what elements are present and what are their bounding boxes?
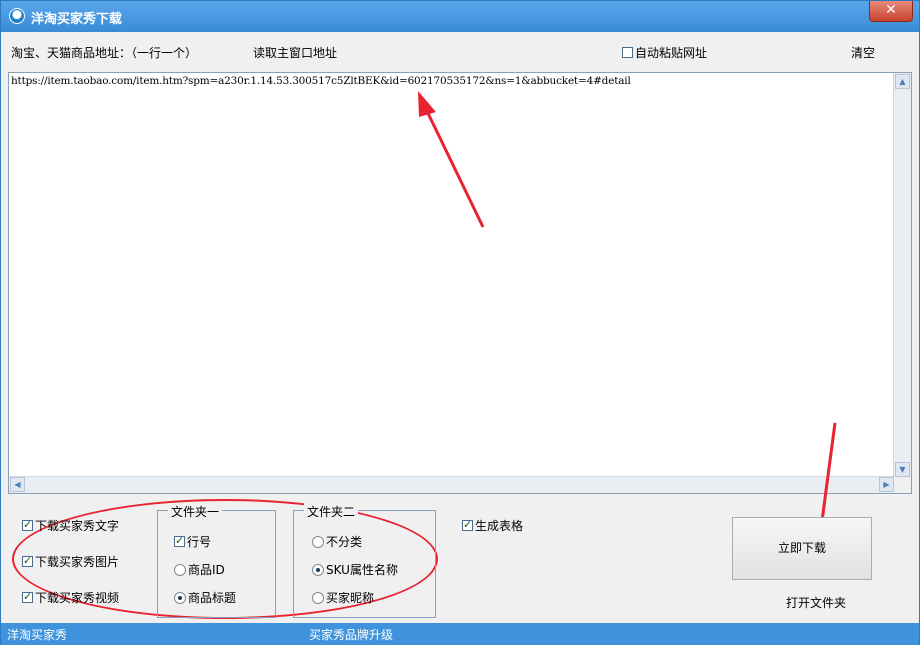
auto-paste-option[interactable]: 自动粘贴网址 <box>622 44 707 61</box>
folder1-group: 文件夹一 行号 商品ID 商品标题 <box>157 503 276 618</box>
scroll-down-icon[interactable]: ▼ <box>895 462 910 477</box>
address-label: 淘宝、天猫商品地址：（一行一个） <box>11 46 198 60</box>
folder2-group: 文件夹二 不分类 SKU属性名称 买家昵称 <box>293 503 436 618</box>
scroll-left-icon[interactable]: ◀ <box>10 477 25 492</box>
folder1-product-id-option[interactable]: 商品ID <box>174 561 225 578</box>
download-images-checkbox[interactable] <box>22 554 33 567</box>
folder2-buyer-nick-label: 买家昵称 <box>326 591 375 605</box>
status-brand-upgrade-link[interactable]: 买家秀品牌升级 <box>309 626 393 643</box>
download-text-checkbox[interactable] <box>22 518 33 531</box>
folder2-legend: 文件夹二 <box>304 503 359 520</box>
folder2-no-category-label: 不分类 <box>326 535 363 549</box>
title-bar[interactable]: 洋淘买家秀下载 ✕ <box>1 1 919 32</box>
download-images-label: 下载买家秀图片 <box>35 555 120 569</box>
folder2-buyer-nick-radio[interactable] <box>312 591 324 604</box>
vertical-scrollbar[interactable]: ▲ ▼ <box>893 73 911 478</box>
scroll-right-icon[interactable]: ▶ <box>879 477 894 492</box>
download-video-label: 下载买家秀视频 <box>35 591 120 605</box>
folder2-no-category-radio[interactable] <box>312 535 324 548</box>
generate-table-checkbox[interactable] <box>462 518 473 531</box>
auto-paste-checkbox[interactable] <box>622 47 633 58</box>
read-main-address-button[interactable]: 读取主窗口地址 <box>253 44 337 61</box>
url-text: https://item.taobao.com/item.htm?spm=a23… <box>11 75 631 87</box>
status-app-name: 洋淘买家秀 <box>7 628 68 642</box>
folder1-line-number-checkbox[interactable] <box>174 534 185 547</box>
app-logo-icon <box>9 8 25 24</box>
download-images-option[interactable]: 下载买家秀图片 <box>22 553 119 570</box>
app-window: 洋淘买家秀下载 ✕ 淘宝、天猫商品地址：（一行一个） 读取主窗口地址 自动粘贴网… <box>0 0 920 645</box>
url-input-area[interactable]: https://item.taobao.com/item.htm?spm=a23… <box>8 72 912 494</box>
folder2-buyer-nick-option[interactable]: 买家昵称 <box>312 589 374 606</box>
folder1-product-id-radio[interactable] <box>174 563 186 576</box>
folder1-line-number-option[interactable]: 行号 <box>174 533 211 550</box>
download-video-checkbox[interactable] <box>22 590 33 603</box>
scrollbar-corner <box>894 477 911 493</box>
download-video-option[interactable]: 下载买家秀视频 <box>22 589 119 606</box>
folder2-sku-label: SKU属性名称 <box>326 563 398 577</box>
window-title: 洋淘买家秀下载 <box>31 12 123 27</box>
folder2-sku-radio[interactable] <box>312 563 324 576</box>
folder1-product-id-label: 商品ID <box>188 563 225 577</box>
auto-paste-label: 自动粘贴网址 <box>635 46 708 60</box>
clear-button[interactable]: 清空 <box>851 44 875 61</box>
horizontal-scrollbar[interactable]: ◀ ▶ <box>9 476 895 493</box>
open-folder-button[interactable]: 打开文件夹 <box>786 594 846 611</box>
folder1-product-title-radio[interactable] <box>174 591 186 604</box>
folder2-no-category-option[interactable]: 不分类 <box>312 533 362 550</box>
folder1-legend: 文件夹一 <box>168 503 223 520</box>
generate-table-option[interactable]: 生成表格 <box>462 517 523 534</box>
folder1-product-title-label: 商品标题 <box>188 591 237 605</box>
status-bar: 洋淘买家秀 买家秀品牌升级 <box>1 623 919 645</box>
download-text-label: 下载买家秀文字 <box>35 519 120 533</box>
folder1-product-title-option[interactable]: 商品标题 <box>174 589 236 606</box>
generate-table-label: 生成表格 <box>475 519 524 533</box>
download-text-option[interactable]: 下载买家秀文字 <box>22 517 119 534</box>
download-now-button[interactable]: 立即下载 <box>732 517 872 580</box>
folder2-sku-option[interactable]: SKU属性名称 <box>312 561 398 578</box>
scroll-up-icon[interactable]: ▲ <box>895 74 910 89</box>
folder1-line-number-label: 行号 <box>187 535 212 549</box>
close-button[interactable]: ✕ <box>869 1 913 22</box>
